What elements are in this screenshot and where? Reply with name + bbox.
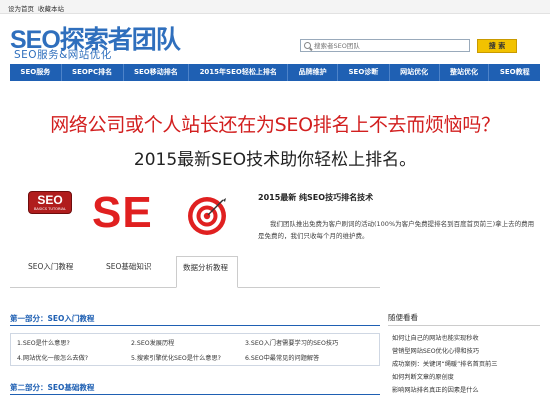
sidebar-title: 随便看看 — [388, 313, 418, 322]
nav-item-site-optimization[interactable]: 网站优化 — [390, 64, 440, 81]
list-item[interactable]: 1.SEO是什么意思? — [17, 338, 70, 347]
search-icon — [304, 42, 311, 49]
badge-text: SEO — [37, 193, 63, 207]
section1-divider — [10, 325, 380, 326]
nav-item-seo-2015[interactable]: 2015年SEO轻松上排名 — [189, 64, 289, 81]
target-icon — [188, 197, 226, 235]
nav-item-whole-site-optimization[interactable]: 整站优化 — [440, 64, 490, 81]
section2-title: 第二部分：SEO基础教程 — [10, 383, 95, 392]
section2-divider — [10, 394, 380, 395]
tab-data-analysis[interactable]: 数据分析教程 — [176, 256, 238, 288]
tab-seo-basics[interactable]: SEO基础知识 — [106, 261, 151, 272]
tab-seo-intro[interactable]: SEO入门教程 — [28, 261, 73, 272]
set-homepage-link[interactable]: 设为首页 — [8, 3, 34, 13]
logo-subtitle: SEO服务&网站优化 — [14, 49, 112, 61]
sidebar-item[interactable]: 影响网站排名真正的因素是什么 — [392, 384, 542, 397]
list-item[interactable]: 6.SEO中最常见的问题解答 — [245, 353, 319, 362]
main-nav: SEO服务 SEOPC排名 SEO移动排名 2015年SEO轻松上排名 品牌维护… — [10, 64, 540, 81]
banner-headline: 网络公司或个人站长还在为SEO排名上不去而烦恼吗？ — [50, 114, 500, 136]
nav-item-seo-diagnosis[interactable]: SEO诊断 — [338, 64, 390, 81]
search-input[interactable] — [314, 40, 464, 51]
nav-item-brand-maintenance[interactable]: 品牌维护 — [288, 64, 339, 81]
bookmark-link[interactable]: 收藏本站 — [38, 3, 64, 13]
site-logo[interactable]: SEO探索者团队 SEO服务&网站优化 — [10, 20, 181, 62]
list-item[interactable]: 3.SEO入门者需要学习的SEO技巧 — [245, 338, 338, 347]
sidebar-item[interactable]: 成功案例：关键词“绳暖”排名首页前三 — [392, 358, 542, 371]
tutorial-tabs: SEO入门教程 SEO基础知识 数据分析教程 — [10, 256, 380, 288]
nav-item-seo-pc-ranking[interactable]: SEOPC排名 — [62, 64, 124, 81]
banner-subheadline: 2015最新SEO技术助你轻松上排名。 — [133, 150, 417, 170]
sidebar-divider — [388, 325, 540, 326]
search-box — [300, 39, 470, 52]
promo-title: 2015最新 纯SEO技巧排名技术 — [258, 193, 374, 202]
sidebar-item[interactable]: 如何让自己的网站也能实现秒收 — [392, 332, 542, 345]
nav-item-seo-mobile-ranking[interactable]: SEO移动排名 — [124, 64, 190, 81]
top-bar: 设为首页 收藏本站 — [0, 0, 550, 14]
section1-links: 1.SEO是什么意思? 2.SEO发展历程 3.SEO入门者需要学习的SEO技巧… — [10, 333, 380, 366]
nav-item-seo-service[interactable]: SEO服务 — [10, 64, 62, 81]
seo-basics-badge: SEO BASICS TUTORIAL — [28, 191, 72, 214]
sidebar-item[interactable]: 营销型网站SEO优化心得和技巧 — [392, 345, 542, 358]
sidebar-item[interactable]: 如何判断文章的原创度 — [392, 371, 542, 384]
list-item[interactable]: 5.搜索引擎优化SEO是什么意思? — [131, 353, 221, 362]
list-item[interactable]: 2.SEO发展历程 — [131, 338, 174, 347]
seo-large-text: SE — [92, 188, 153, 237]
promo-description: 我们团队推出免费为客户刷词的活动(100%为客户免费提排名到百度首页前三)拿上去… — [258, 220, 535, 240]
sidebar-list: 如何让自己的网站也能实现秒收 营销型网站SEO优化心得和技巧 成功案例：关键词“… — [392, 332, 542, 397]
list-item[interactable]: 4.网站优化一般怎么去做? — [17, 353, 88, 362]
section1-title: 第一部分：SEO入门教程 — [10, 314, 95, 323]
search-button[interactable]: 搜 索 — [477, 39, 517, 53]
badge-subtext: BASICS TUTORIAL — [33, 207, 67, 211]
nav-item-seo-tutorial[interactable]: SEO教程 — [489, 64, 540, 81]
